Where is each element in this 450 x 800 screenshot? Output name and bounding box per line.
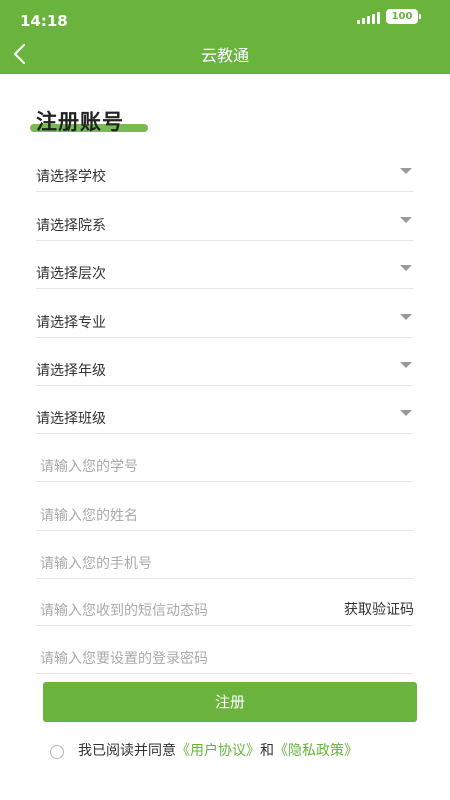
- school-select[interactable]: 请选择学校: [36, 160, 414, 192]
- password-placeholder: 请输入您要设置的登录密码: [40, 651, 208, 667]
- caret-down-icon: [400, 410, 412, 416]
- phone-placeholder: 请输入您的手机号: [40, 556, 152, 572]
- agreement-and: 和: [260, 743, 274, 759]
- level-select-label: 请选择层次: [36, 266, 106, 282]
- grade-select-label: 请选择年级: [36, 363, 106, 379]
- major-select[interactable]: 请选择专业: [36, 306, 414, 338]
- get-code-button[interactable]: 获取验证码: [344, 599, 414, 619]
- major-select-label: 请选择专业: [36, 315, 106, 331]
- caret-down-icon: [400, 168, 412, 174]
- class-select[interactable]: 请选择班级: [36, 402, 414, 434]
- agreement-prefix: 我已阅读并同意: [78, 743, 176, 759]
- department-select-label: 请选择院系: [36, 218, 106, 234]
- school-select-label: 请选择学校: [36, 169, 106, 185]
- sms-code-placeholder: 请输入您收到的短信动态码: [40, 603, 208, 619]
- signal-icon: [357, 12, 381, 24]
- sms-code-field[interactable]: 请输入您收到的短信动态码 获取验证码: [36, 594, 414, 626]
- caret-down-icon: [400, 362, 412, 368]
- agree-checkbox[interactable]: [50, 745, 64, 759]
- status-bar: 14:18 100: [0, 0, 450, 34]
- phone-field[interactable]: 请输入您的手机号: [36, 547, 414, 579]
- status-time: 14:18: [20, 12, 68, 30]
- class-select-label: 请选择班级: [36, 411, 106, 427]
- battery-icon: 100: [386, 9, 421, 24]
- app-header: 14:18 100 云教通: [0, 0, 450, 74]
- department-select[interactable]: 请选择院系: [36, 209, 414, 241]
- agreement-row: 我已阅读并同意《用户协议》和《隐私政策》: [50, 738, 430, 762]
- level-select[interactable]: 请选择层次: [36, 257, 414, 289]
- user-agreement-link[interactable]: 《用户协议》: [176, 743, 260, 759]
- caret-down-icon: [400, 217, 412, 223]
- agreement-text: 我已阅读并同意《用户协议》和《隐私政策》: [78, 740, 358, 760]
- page-title: 云教通: [200, 46, 249, 65]
- grade-select[interactable]: 请选择年级: [36, 354, 414, 386]
- caret-down-icon: [400, 314, 412, 320]
- student-id-field[interactable]: 请输入您的学号: [36, 450, 414, 482]
- register-button[interactable]: 注册: [43, 682, 417, 722]
- caret-down-icon: [400, 265, 412, 271]
- privacy-policy-link[interactable]: 《隐私政策》: [274, 743, 358, 759]
- name-field[interactable]: 请输入您的姓名: [36, 499, 414, 531]
- name-placeholder: 请输入您的姓名: [40, 508, 138, 524]
- student-id-placeholder: 请输入您的学号: [40, 459, 138, 475]
- form-heading-text: 注册账号: [36, 110, 124, 134]
- password-field[interactable]: 请输入您要设置的登录密码: [36, 642, 414, 674]
- form-heading: 注册账号: [36, 106, 124, 136]
